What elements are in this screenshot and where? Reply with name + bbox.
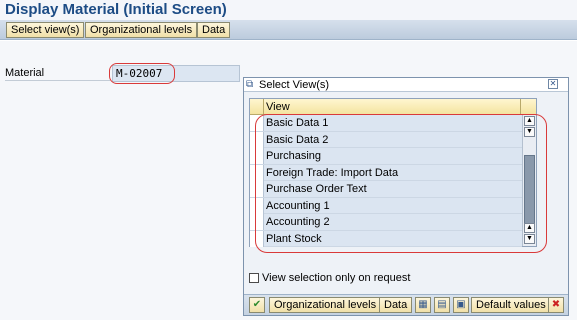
material-label: Material bbox=[5, 67, 110, 81]
view-name: Basic Data 1 bbox=[266, 117, 329, 129]
dialog-title: Select View(s) bbox=[259, 79, 330, 91]
dialog-footer: ✔ Organizational levels Data ▦ ▤ ▣ Defau… bbox=[244, 294, 568, 315]
table-row[interactable]: Basic Data 2 bbox=[250, 131, 522, 148]
select-views-dialog: ⧉ Select View(s) ✕ View Basic Data 1 Bas… bbox=[243, 77, 569, 316]
row-selector[interactable] bbox=[250, 148, 264, 164]
row-selector[interactable] bbox=[250, 214, 264, 230]
view-name: Purchase Order Text bbox=[266, 183, 367, 195]
select-all-rows-cell[interactable] bbox=[250, 99, 264, 114]
column-config-corner[interactable] bbox=[520, 99, 535, 114]
view-name: Accounting 2 bbox=[266, 216, 330, 228]
table-row[interactable]: Basic Data 1 bbox=[250, 115, 522, 132]
view-selection-checkbox[interactable] bbox=[249, 273, 259, 283]
deselect-all-icon[interactable]: ▤ bbox=[434, 297, 450, 313]
select-views-button[interactable]: Select view(s) bbox=[6, 22, 85, 38]
data-button[interactable]: Data bbox=[197, 22, 231, 38]
dialog-window-icon: ⧉ bbox=[246, 79, 254, 90]
views-table-header: View bbox=[250, 99, 536, 115]
view-name: Plant Stock bbox=[266, 232, 322, 245]
dialog-title-bar: ⧉ Select View(s) ✕ bbox=[244, 78, 568, 92]
table-row[interactable]: Accounting 2 bbox=[250, 214, 522, 231]
views-table: View Basic Data 1 Basic Data 2 Purchasin… bbox=[249, 98, 537, 247]
page-title: Display Material (Initial Screen) bbox=[5, 1, 227, 18]
title-bar: Display Material (Initial Screen) bbox=[0, 0, 577, 20]
view-name: Accounting 1 bbox=[266, 199, 330, 212]
select-all-icon[interactable]: ▦ bbox=[415, 297, 431, 313]
view-selection-label: View selection only on request bbox=[262, 272, 411, 284]
table-row[interactable]: Purchasing bbox=[250, 148, 522, 165]
table-row[interactable]: Plant Stock bbox=[250, 230, 522, 247]
row-selector[interactable] bbox=[250, 230, 264, 247]
table-row[interactable]: Foreign Trade: Import Data bbox=[250, 164, 522, 181]
confirm-checkmark-icon[interactable]: ✔ bbox=[249, 297, 265, 313]
application-toolbar: Select view(s) Organizational levels Dat… bbox=[0, 20, 577, 40]
close-icon[interactable]: ✕ bbox=[548, 79, 558, 89]
footer-data-button[interactable]: Data bbox=[379, 297, 413, 313]
scroll-down-top-icon[interactable]: ▼ bbox=[524, 127, 535, 137]
row-selector[interactable] bbox=[250, 197, 264, 214]
row-selector[interactable] bbox=[250, 181, 264, 197]
default-values-button[interactable]: Default values bbox=[471, 297, 551, 313]
material-input[interactable]: M-02007 bbox=[112, 65, 240, 82]
row-selector[interactable] bbox=[250, 131, 264, 148]
cancel-icon[interactable]: ✖ bbox=[548, 297, 564, 313]
save-icon[interactable]: ▣ bbox=[453, 297, 469, 313]
table-row[interactable]: Accounting 1 bbox=[250, 197, 522, 214]
views-table-rows: Basic Data 1 Basic Data 2 Purchasing For… bbox=[250, 115, 522, 247]
scroll-up-bottom-icon[interactable]: ▲ bbox=[524, 223, 535, 233]
row-selector[interactable] bbox=[250, 164, 264, 181]
table-row[interactable]: Purchase Order Text bbox=[250, 181, 522, 198]
scroll-thumb[interactable] bbox=[524, 155, 535, 225]
column-header-view: View bbox=[266, 101, 290, 113]
views-scrollbar[interactable]: ▲ ▼ ▲ ▼ bbox=[522, 115, 536, 246]
footer-organizational-levels-button[interactable]: Organizational levels bbox=[269, 297, 382, 313]
scroll-down-bottom-icon[interactable]: ▼ bbox=[524, 234, 535, 244]
row-selector[interactable] bbox=[250, 115, 264, 131]
view-name: Foreign Trade: Import Data bbox=[266, 166, 399, 179]
view-name: Purchasing bbox=[266, 150, 322, 162]
organizational-levels-button[interactable]: Organizational levels bbox=[85, 22, 198, 38]
scroll-up-top-icon[interactable]: ▲ bbox=[524, 116, 535, 126]
view-name: Basic Data 2 bbox=[266, 133, 329, 146]
